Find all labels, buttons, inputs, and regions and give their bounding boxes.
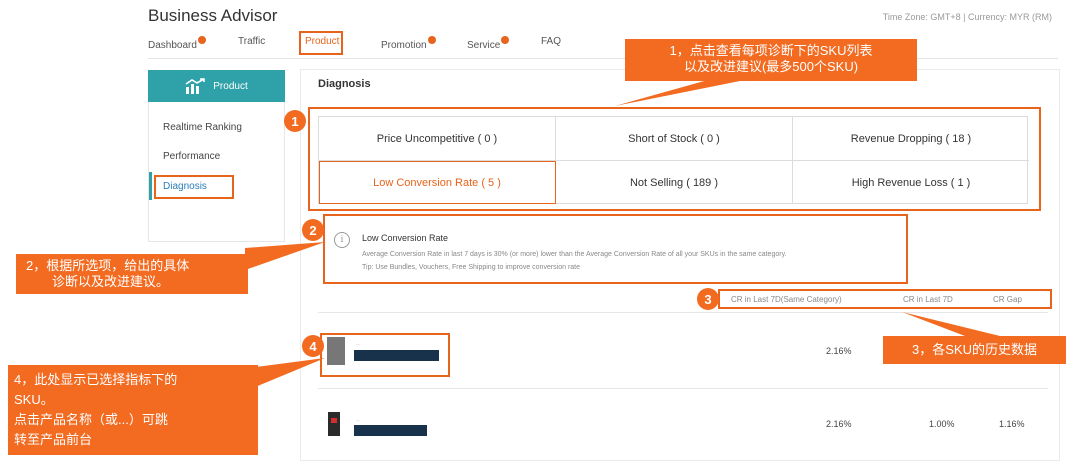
callout-4-pointer xyxy=(248,358,325,390)
callout-1-pointer xyxy=(615,78,755,106)
callout-4-line4: 转至产品前台 xyxy=(14,432,93,447)
callout-4: 4，此处显示已选择指标下的 SKU。 点击产品名称（或...）可跳 转至产品前台 xyxy=(8,365,258,455)
callout-1-line2: 以及改进建议(最多500个SKU) xyxy=(683,59,859,74)
badge-1: 1 xyxy=(284,110,306,132)
callout-3-pointer xyxy=(902,312,1000,336)
callout-2-line1: 2，根据所选项，给出的具体 xyxy=(26,258,190,273)
callout-1-line1: 1，点击查看每项诊断下的SKU列表 xyxy=(669,43,873,58)
callout-2-line2: 诊断以及改进建议。 xyxy=(52,274,170,289)
badge-3: 3 xyxy=(697,288,719,310)
callout-1: 1，点击查看每项诊断下的SKU列表 以及改进建议(最多500个SKU) xyxy=(625,39,917,81)
callout-2-pointer xyxy=(245,242,325,270)
badge-2: 2 xyxy=(302,219,324,241)
callout-2: 2，根据所选项，给出的具体 诊断以及改进建议。 xyxy=(16,254,248,294)
badge-4: 4 xyxy=(302,335,324,357)
callout-4-line3: 点击产品名称（或...）可跳 xyxy=(14,412,168,427)
callout-4-line1: 4，此处显示已选择指标下的 xyxy=(14,372,178,387)
callout-4-line2: SKU。 xyxy=(14,392,54,407)
callout-3: 3，各SKU的历史数据 xyxy=(883,336,1066,364)
